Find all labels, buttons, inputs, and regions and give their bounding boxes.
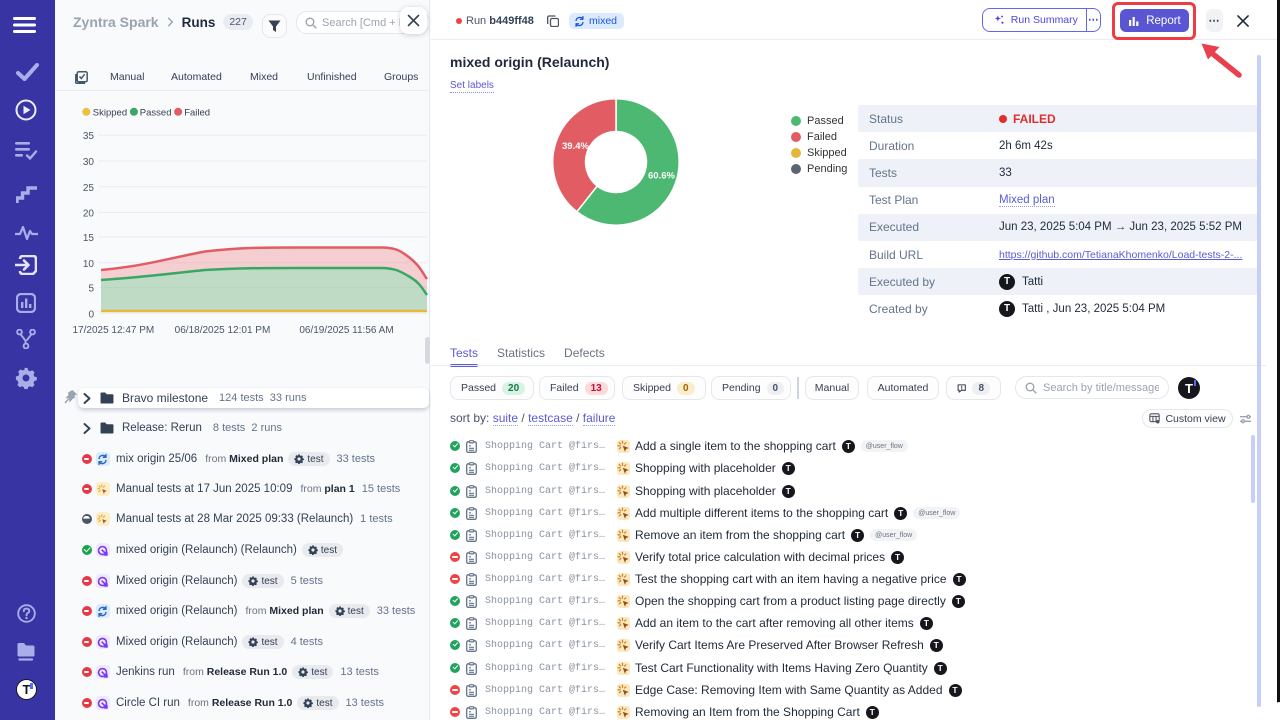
svg-text:25: 25 — [83, 183, 95, 194]
svg-text:5: 5 — [88, 284, 94, 295]
svg-text:39.4%: 39.4% — [562, 141, 589, 152]
svg-text:20: 20 — [83, 209, 95, 220]
svg-text:Failed: Failed — [184, 107, 210, 118]
svg-text:30: 30 — [83, 157, 95, 168]
svg-text:10: 10 — [83, 259, 95, 270]
svg-text:60.6%: 60.6% — [648, 171, 675, 182]
svg-text:Passed: Passed — [140, 107, 172, 118]
svg-text:0: 0 — [88, 309, 94, 320]
svg-text:35: 35 — [83, 131, 95, 142]
svg-text:17/2025 12:47 PM: 17/2025 12:47 PM — [73, 325, 155, 336]
svg-text:15: 15 — [83, 233, 95, 244]
svg-text:06/18/2025 12:01 PM: 06/18/2025 12:01 PM — [175, 325, 271, 336]
svg-text:06/19/2025 11:56 AM: 06/19/2025 11:56 AM — [299, 325, 393, 336]
svg-text:Skipped: Skipped — [93, 107, 127, 118]
